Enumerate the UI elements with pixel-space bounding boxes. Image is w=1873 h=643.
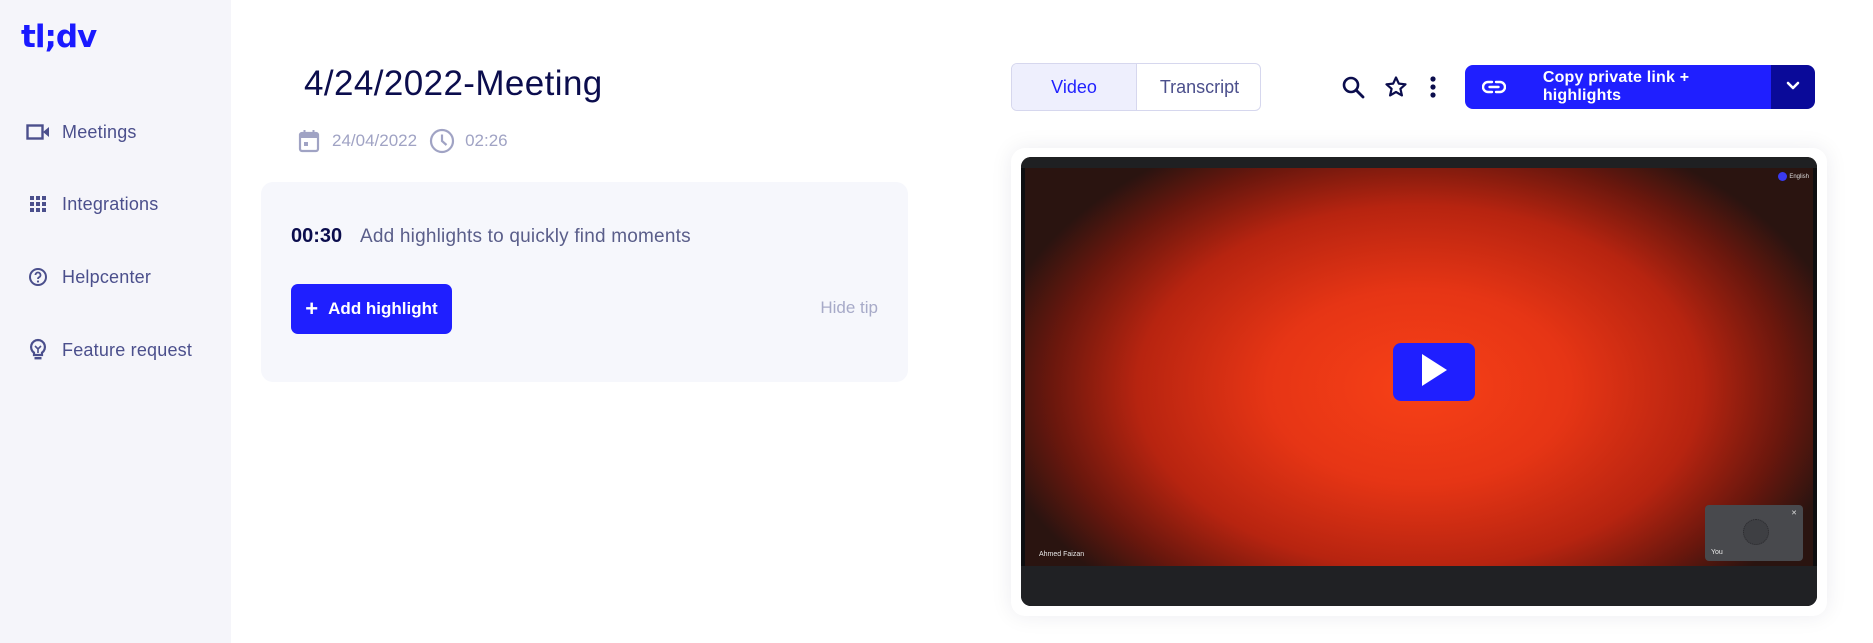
self-video-tile: ✕ You bbox=[1705, 505, 1803, 561]
more-vertical-icon[interactable] bbox=[1419, 73, 1447, 101]
meeting-meta: 24/04/2022 02:26 bbox=[296, 128, 520, 154]
language-badge: English bbox=[1778, 172, 1809, 181]
link-icon bbox=[1479, 72, 1509, 102]
view-tabs: Video Transcript bbox=[1011, 63, 1261, 111]
copy-options-dropdown[interactable] bbox=[1771, 65, 1815, 109]
plus-icon: + bbox=[305, 296, 319, 321]
grid-icon bbox=[26, 192, 50, 216]
star-icon[interactable] bbox=[1382, 73, 1410, 101]
language-label: English bbox=[1789, 173, 1809, 180]
sidebar-item-integrations[interactable]: Integrations bbox=[26, 189, 158, 219]
app-root: tl;dv Meetings Integrations Helpcenter F… bbox=[0, 0, 1873, 643]
add-highlight-label: Add highlight bbox=[328, 299, 438, 318]
meeting-date: 24/04/2022 bbox=[332, 131, 418, 150]
lightbulb-icon bbox=[26, 338, 50, 362]
video-stage: English Ahmed Faizan ✕ You bbox=[1025, 168, 1813, 566]
tab-video[interactable]: Video bbox=[1012, 64, 1137, 110]
copy-link-label: Copy private link + highlights bbox=[1542, 69, 1690, 104]
search-icon[interactable] bbox=[1339, 73, 1367, 101]
self-avatar bbox=[1743, 519, 1769, 545]
add-highlight-button[interactable]: + Add highlight bbox=[291, 284, 452, 334]
video-card: English Ahmed Faizan ✕ You bbox=[1011, 148, 1827, 616]
sidebar-item-feature-request[interactable]: Feature request bbox=[26, 335, 192, 365]
meeting-duration: 02:26 bbox=[465, 131, 508, 150]
clock-icon bbox=[429, 128, 455, 154]
tab-transcript[interactable]: Transcript bbox=[1137, 64, 1260, 110]
play-button[interactable] bbox=[1393, 343, 1475, 401]
video-camera-icon bbox=[26, 120, 50, 144]
sidebar-item-label: Feature request bbox=[62, 339, 193, 360]
participant-name: Ahmed Faizan bbox=[1039, 551, 1085, 558]
tip-text: Add highlights to quickly find moments bbox=[360, 226, 691, 247]
video-bottom-bar bbox=[1021, 566, 1817, 606]
sidebar-item-label: Meetings bbox=[62, 121, 137, 142]
sidebar-item-label: Integrations bbox=[62, 193, 159, 214]
sidebar: tl;dv Meetings Integrations Helpcenter F… bbox=[0, 0, 231, 643]
logo[interactable]: tl;dv bbox=[21, 19, 97, 55]
video-player[interactable]: English Ahmed Faizan ✕ You bbox=[1021, 157, 1817, 606]
highlight-tip-card: 00:30 Add highlights to quickly find mom… bbox=[261, 182, 908, 382]
globe-icon bbox=[1778, 172, 1788, 181]
calendar-icon bbox=[296, 128, 322, 154]
sidebar-item-label: Helpcenter bbox=[62, 266, 152, 287]
copy-private-link-button[interactable]: Copy private link + highlights bbox=[1465, 65, 1771, 109]
hide-tip-link[interactable]: Hide tip bbox=[820, 298, 878, 318]
sidebar-item-meetings[interactable]: Meetings bbox=[26, 117, 137, 147]
help-circle-icon bbox=[26, 265, 50, 289]
chevron-down-icon bbox=[1786, 78, 1800, 96]
mic-muted-icon: ✕ bbox=[1791, 510, 1797, 517]
page-title: 4/24/2022-Meeting bbox=[304, 64, 603, 103]
sidebar-item-helpcenter[interactable]: Helpcenter bbox=[26, 262, 151, 292]
video-top-bar bbox=[1021, 157, 1817, 168]
self-label: You bbox=[1711, 549, 1723, 556]
play-icon bbox=[1420, 353, 1448, 392]
tip-timestamp: 00:30 bbox=[291, 225, 343, 247]
